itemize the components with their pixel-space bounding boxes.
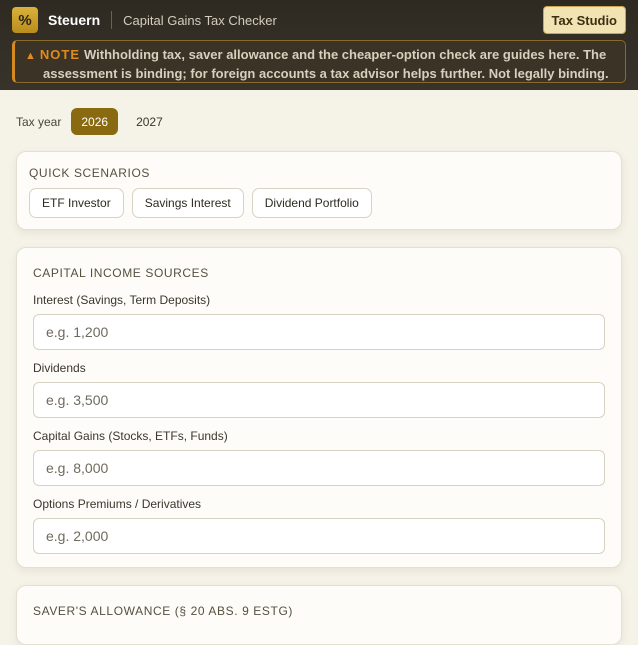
scenario-chip-etf-investor[interactable]: ETF Investor (29, 188, 124, 218)
interest-label: Interest (Savings, Term Deposits) (33, 293, 211, 307)
capital-gains-field-group: Capital Gains (Stocks, ETFs, Funds) (33, 429, 605, 486)
options-premiums-field-group: Options Premiums / Derivatives (33, 497, 605, 554)
app-title: Capital Gains Tax Checker (123, 12, 277, 28)
dividends-input[interactable] (33, 382, 605, 418)
savers-allowance-title: SAVER'S ALLOWANCE (§ 20 ABS. 9 ESTG) (33, 604, 293, 618)
tax-year-option-2027[interactable]: 2027 (126, 108, 173, 135)
disclaimer-note: ▲ NOTE Withholding tax, saver allowance an… (12, 40, 626, 83)
capital-gains-input[interactable] (33, 450, 605, 486)
quick-scenarios-card: QUICK SCENARIOS ETF Investor Savings Int… (16, 151, 622, 230)
warning-icon: ▲ (25, 50, 36, 62)
note-text-2: assessment is binding; for foreign accou… (43, 66, 609, 81)
quick-scenarios-title: QUICK SCENARIOS (29, 166, 151, 180)
savers-allowance-card: SAVER'S ALLOWANCE (§ 20 ABS. 9 ESTG) (16, 585, 622, 645)
scenario-chip-dividend-portfolio[interactable]: Dividend Portfolio (251, 188, 372, 218)
dividends-field-group: Dividends (33, 361, 605, 418)
note-text-1: Withholding tax, saver allowance and the… (84, 47, 607, 62)
options-premiums-label: Options Premiums / Derivatives (33, 497, 202, 511)
capital-gains-label: Capital Gains (Stocks, ETFs, Funds) (33, 429, 228, 443)
interest-field-group: Interest (Savings, Term Deposits) (33, 293, 605, 350)
scenario-chip-savings-interest[interactable]: Savings Interest (131, 188, 244, 218)
dividends-label: Dividends (33, 361, 86, 375)
brand-name: Steuern (48, 12, 101, 28)
header-divider (111, 11, 113, 29)
income-sources-card: CAPITAL INCOME SOURCES Interest (Savings… (16, 247, 622, 568)
brand-row: % Steuern Capital Gains Tax Checker Tax … (12, 6, 626, 34)
interest-input[interactable] (33, 314, 605, 350)
app-header: % Steuern Capital Gains Tax Checker Tax … (0, 0, 638, 90)
tax-year-option-2026[interactable]: 2026 (71, 108, 119, 135)
scenario-chips: ETF Investor Savings Interest Dividend P… (29, 188, 380, 218)
income-sources-title: CAPITAL INCOME SOURCES (33, 266, 209, 280)
tax-year-label: Tax year (16, 114, 62, 129)
percent-logo-icon: % (12, 7, 38, 33)
tax-studio-button[interactable]: Tax Studio (542, 6, 626, 34)
options-premiums-input[interactable] (33, 518, 605, 554)
note-label: NOTE (39, 47, 81, 62)
tax-year-selector: Tax year 2026 2027 (16, 108, 181, 135)
note-line-1: ▲ NOTE Withholding tax, saver allowance an… (25, 46, 615, 65)
